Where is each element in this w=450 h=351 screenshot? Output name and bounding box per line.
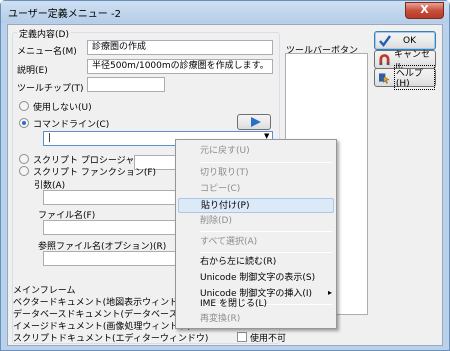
help-label: ヘルプ(H) (393, 65, 435, 90)
args-field[interactable] (43, 190, 181, 205)
menu-item-copy[interactable]: コピー(C) (178, 182, 334, 197)
script-function-label: スクリプト ファンクション(F) (33, 168, 157, 178)
menu-item-right-to-left[interactable]: 右から左に読む(R) (178, 255, 334, 270)
help-button[interactable]: ヘルプ(H) (374, 65, 436, 90)
menu-item-cut[interactable]: 切り取り(T) (178, 166, 334, 181)
run-command-button[interactable] (237, 114, 271, 130)
context-menu: 元に戻す(U) 切り取り(T) コピー(C) 貼り付け(P) 削除(D) すべて… (175, 139, 337, 329)
description-field[interactable]: 半径500m/1000mの診療圏を作成します。 (87, 59, 273, 74)
filename-field[interactable] (43, 220, 181, 235)
menu-name-field[interactable]: 診療圏の作成 (87, 40, 273, 55)
command-line-radio[interactable] (19, 118, 29, 128)
menu-item-close-ime[interactable]: IME を閉じる(L) (178, 297, 334, 312)
disable-label: 使用不可 (250, 334, 287, 344)
menu-item-reconvert[interactable]: 再変換(R) (178, 312, 334, 327)
main-frame-item: スクリプトドキュメント(エディターウィンドウ) (13, 334, 209, 344)
window-title: ユーザー定義メニュー -2 (8, 9, 121, 20)
menu-separator (200, 252, 332, 253)
definition-group-label: 定義内容(D) (17, 27, 71, 40)
menu-item-undo[interactable]: 元に戻す(U) (178, 144, 334, 159)
script-procedure-radio[interactable] (19, 154, 29, 164)
command-line-value: | (48, 133, 52, 143)
ok-label: OK (403, 35, 416, 46)
menu-item-delete[interactable]: 削除(D) (178, 214, 334, 229)
script-function-radio[interactable] (19, 166, 29, 176)
command-line-label: コマンドライン(C) (33, 120, 110, 130)
menu-item-show-unicode-control[interactable]: Unicode 制御文字の表示(S) (178, 271, 334, 286)
tooltip-label: ツールチップ(T) (17, 84, 84, 94)
reference-filename-field[interactable] (43, 251, 181, 266)
submenu-arrow-icon: ▸ (328, 288, 333, 297)
menu-separator (200, 231, 332, 232)
title-bar[interactable]: ユーザー定義メニュー -2 X (1, 1, 449, 23)
tooltip-field[interactable] (87, 77, 165, 92)
disable-checkbox[interactable] (237, 332, 247, 342)
cancel-magnet-icon (379, 53, 390, 65)
checkmark-icon (379, 34, 391, 47)
help-pointer-icon (379, 72, 390, 84)
menu-separator (200, 162, 332, 163)
close-button[interactable]: X (405, 2, 444, 19)
dialog-window: ユーザー定義メニュー -2 X 定義内容(D) メニュー名(M) 診療圏の作成 … (0, 0, 450, 351)
unused-label: 使用しない(U) (33, 103, 92, 113)
menu-name-label: メニュー名(M) (17, 47, 77, 57)
menu-item-select-all[interactable]: すべて選択(A) (178, 235, 334, 250)
menu-item-paste[interactable]: 貼り付け(P) (178, 198, 334, 213)
unused-radio[interactable] (19, 101, 29, 111)
play-arrow-icon (251, 117, 261, 127)
description-label: 説明(E) (17, 66, 48, 76)
